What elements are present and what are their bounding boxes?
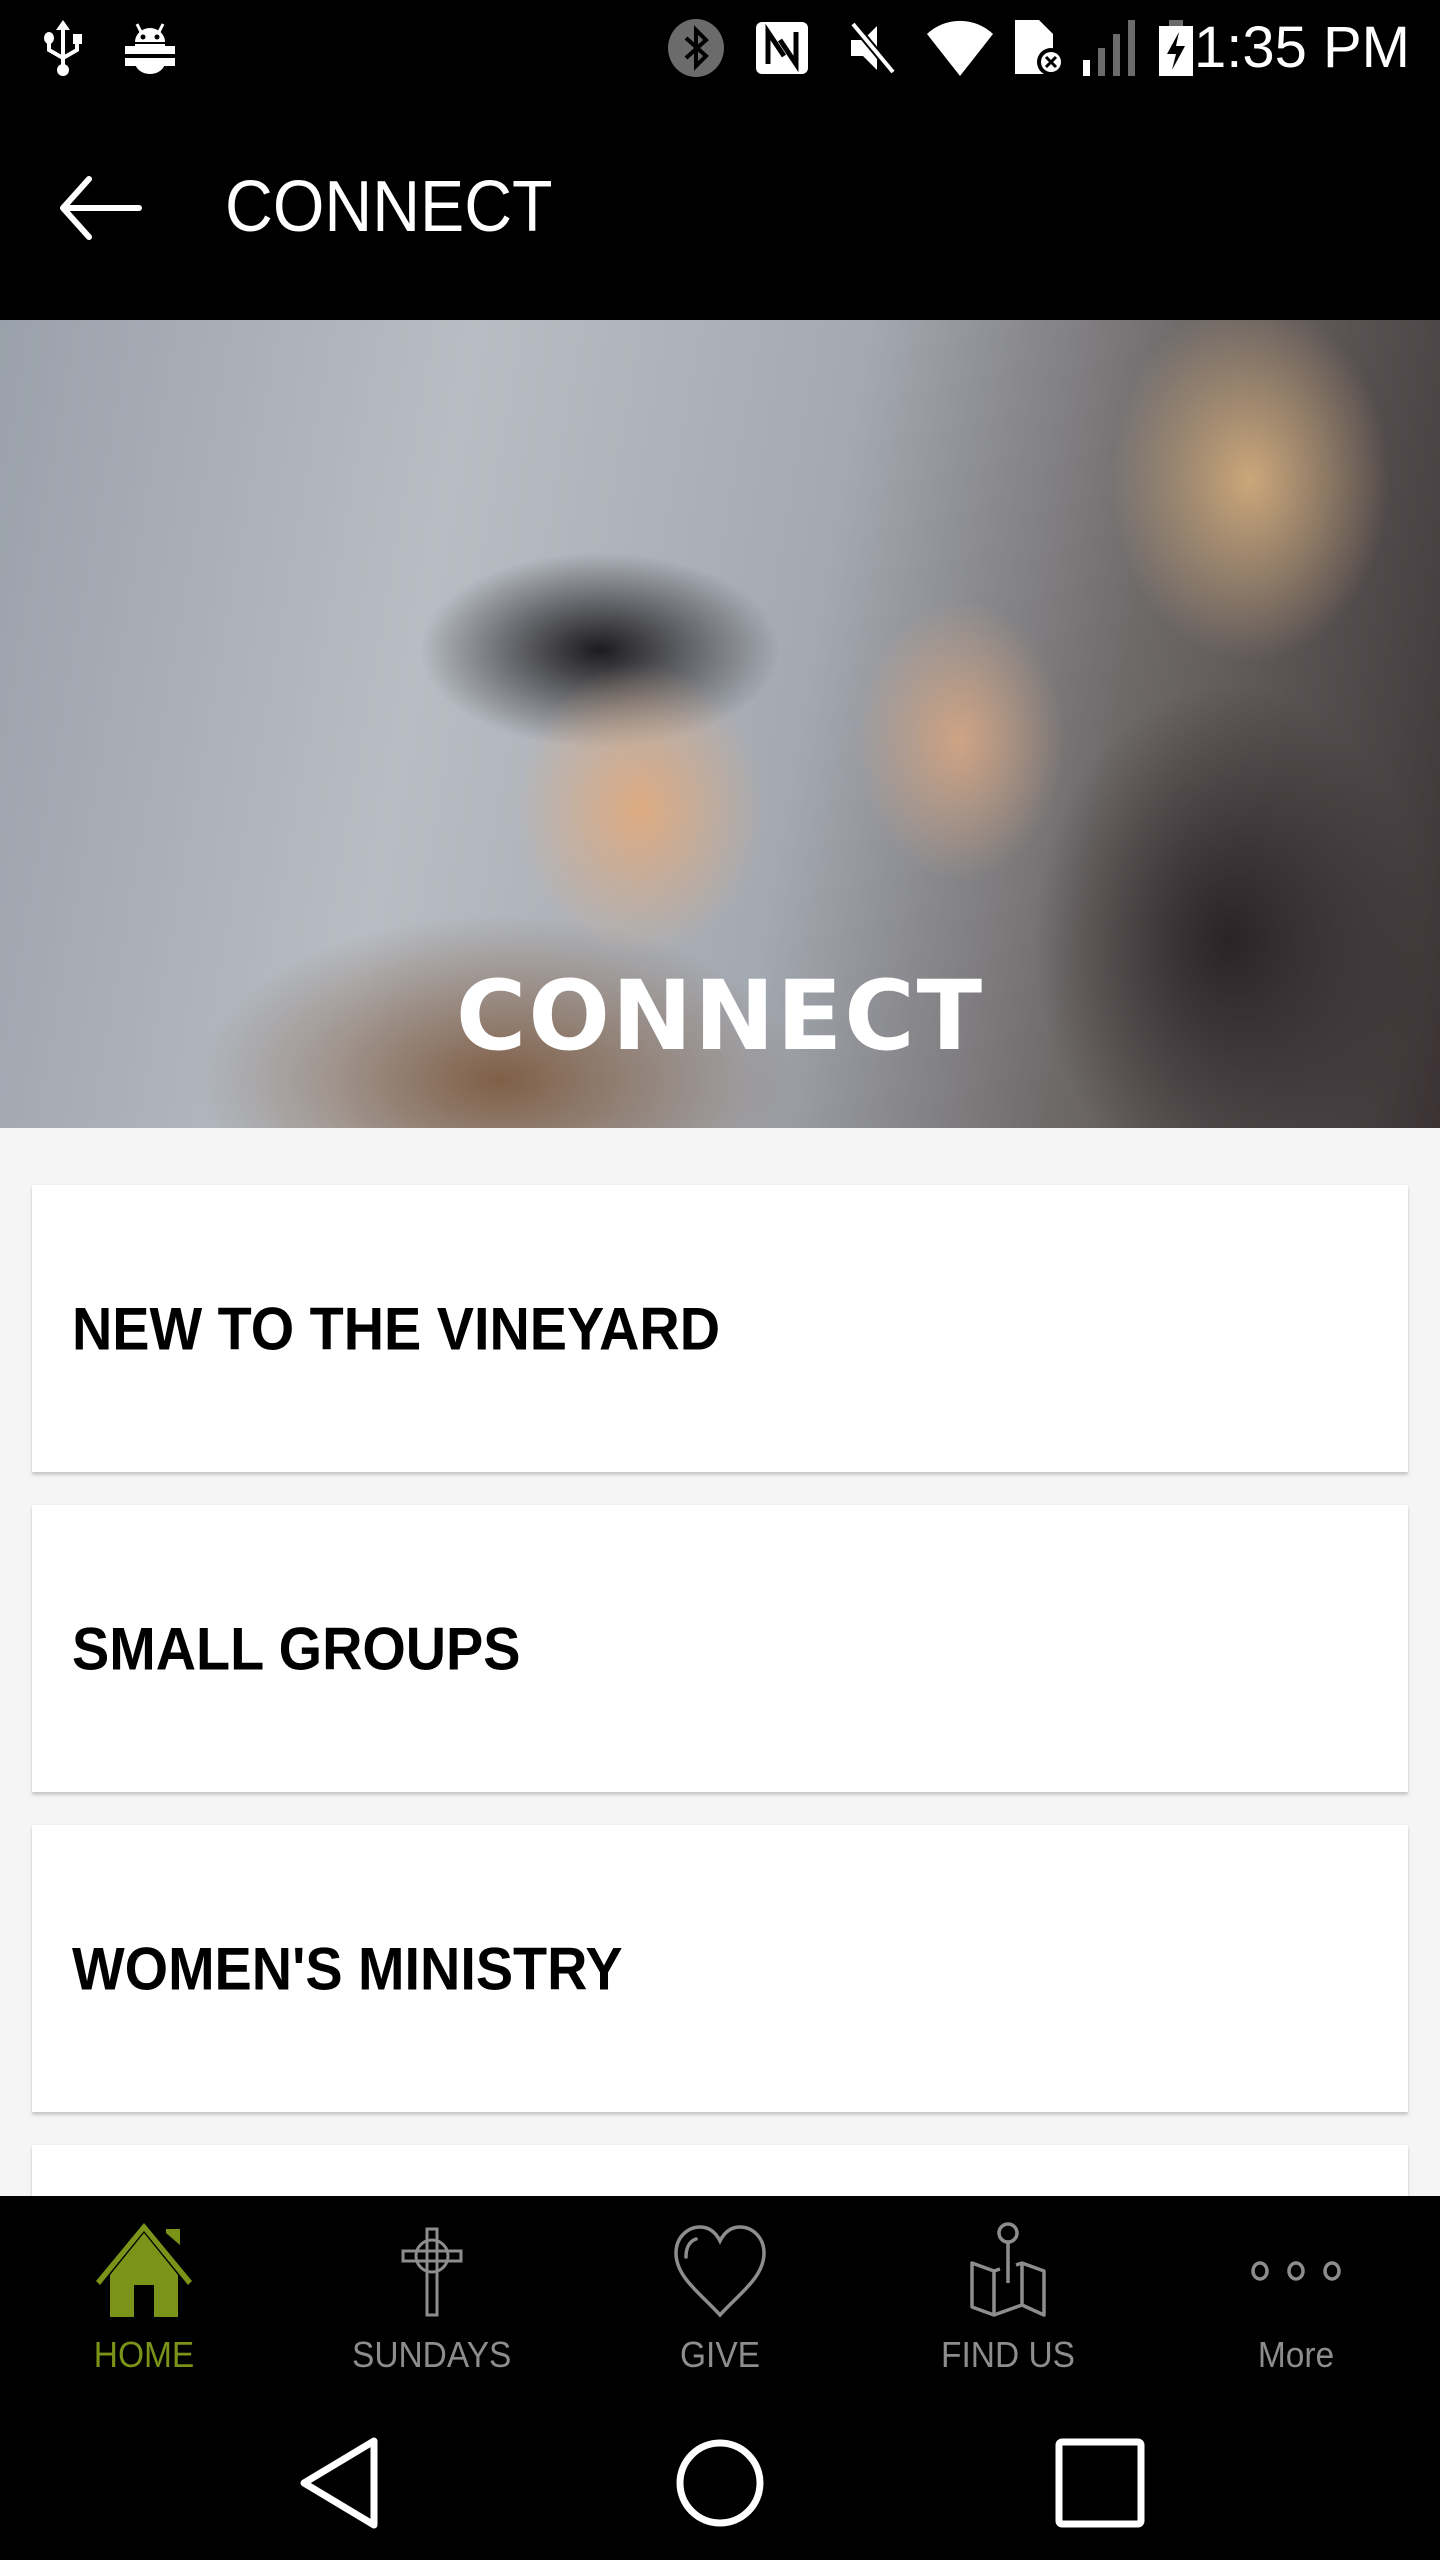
- list-item-label: WOMEN'S MINISTRY: [72, 1935, 623, 2002]
- back-triangle-icon: [298, 2437, 382, 2534]
- app-toolbar: CONNECT: [0, 100, 1440, 320]
- more-dots-icon: [1246, 2216, 1346, 2326]
- nav-tab-more[interactable]: More: [1152, 2196, 1440, 2400]
- nfc-icon: [752, 18, 812, 78]
- battery-charging-icon: [1155, 18, 1199, 78]
- nav-label-home: HOME: [93, 2334, 195, 2375]
- bluetooth-icon: [665, 18, 727, 78]
- heart-icon: [670, 2216, 770, 2326]
- nav-tab-sundays[interactable]: SUNDAYS: [288, 2196, 576, 2400]
- nav-label-find-us: FIND US: [941, 2334, 1075, 2375]
- recents-square-icon: [1055, 2438, 1145, 2533]
- android-debug-icon: [120, 18, 180, 78]
- signal-icon: [1080, 18, 1142, 78]
- list-item-small-groups[interactable]: SMALL GROUPS: [32, 1505, 1408, 1792]
- system-recents-button[interactable]: [1045, 2430, 1155, 2540]
- home-icon: [94, 2216, 194, 2326]
- map-pin-icon: [968, 2216, 1048, 2326]
- list-item-label: NEW TO THE VINEYARD: [72, 1295, 721, 1362]
- status-time: 1:35 PM: [1194, 15, 1410, 80]
- system-back-button[interactable]: [285, 2430, 395, 2540]
- arrow-left-icon: [55, 173, 145, 248]
- nav-label-more: More: [1257, 2334, 1335, 2375]
- system-navigation-bar: [0, 2400, 1440, 2560]
- nav-label-give: GIVE: [679, 2334, 761, 2375]
- hero-title: CONNECT: [455, 960, 985, 1072]
- cross-icon: [397, 2216, 467, 2326]
- wifi-icon: [925, 18, 995, 78]
- back-button[interactable]: [40, 150, 160, 270]
- hero-banner-image: CONNECT: [0, 320, 1440, 1128]
- home-circle-icon: [674, 2437, 766, 2534]
- page-title: CONNECT: [225, 167, 553, 247]
- list-item-new-to-the-vineyard[interactable]: NEW TO THE VINEYARD: [32, 1185, 1408, 1472]
- bottom-navigation: HOME SUNDAYS GIVE FIND US More: [0, 2196, 1440, 2400]
- nav-tab-home[interactable]: HOME: [0, 2196, 288, 2400]
- status-bar: 1:35 PM: [0, 0, 1440, 100]
- nav-tab-find-us[interactable]: FIND US: [864, 2196, 1152, 2400]
- list-item-womens-ministry[interactable]: WOMEN'S MINISTRY: [32, 1825, 1408, 2112]
- nav-tab-give[interactable]: GIVE: [576, 2196, 864, 2400]
- list-item-label: SMALL GROUPS: [72, 1615, 521, 1682]
- system-home-button[interactable]: [665, 2430, 775, 2540]
- usb-icon: [38, 18, 88, 78]
- nav-label-sundays: SUNDAYS: [352, 2334, 512, 2375]
- no-sim-icon: [1010, 18, 1070, 78]
- mute-icon: [845, 18, 901, 78]
